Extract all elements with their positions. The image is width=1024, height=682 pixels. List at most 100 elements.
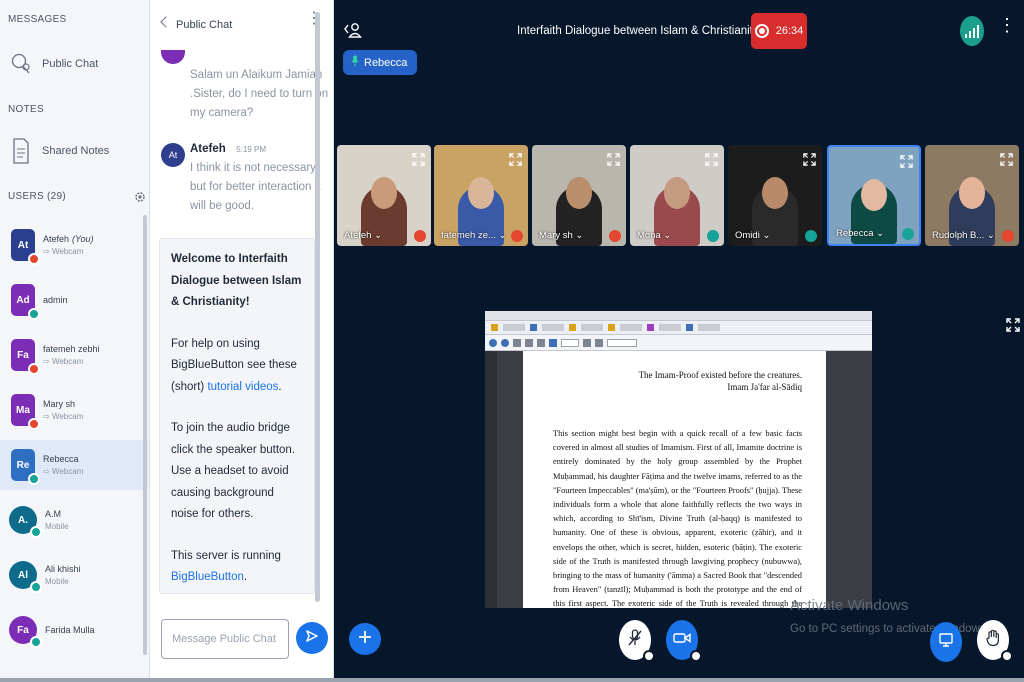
plus-icon (358, 630, 372, 649)
send-button[interactable] (296, 622, 328, 654)
status-dot-icon (28, 363, 40, 375)
chat-scrollbar[interactable] (315, 12, 320, 602)
expand-icon[interactable] (607, 153, 620, 166)
chat-panel: Public Chat ⋮ Salam un Alaikum Jamian .S… (150, 0, 334, 682)
webcam-name[interactable]: fatemeh ze... ⌄ (441, 230, 507, 241)
expand-icon[interactable] (509, 153, 522, 166)
user-list-item[interactable]: Fa Farida Mulla (0, 605, 148, 655)
user-name: Mary sh (43, 399, 83, 409)
options-menu-icon[interactable]: ⋮ (998, 16, 1016, 34)
hand-status-badge[interactable] (1001, 650, 1013, 662)
user-info: admin (43, 295, 68, 305)
user-name: Farida Mulla (45, 625, 95, 635)
shared-notes-link[interactable]: Shared Notes (10, 138, 110, 164)
expand-icon[interactable] (412, 153, 425, 166)
webcam-name[interactable]: Atefeh ⌄ (344, 230, 382, 241)
recording-indicator[interactable]: 26:34 (751, 13, 807, 49)
user-list-item[interactable]: Ma Mary sh ⇨ Webcam (0, 385, 148, 435)
help-text: For help on using BigBlueButton see thes… (171, 334, 303, 399)
participant-face (371, 177, 397, 209)
status-dot-icon (30, 581, 42, 593)
webcam-name[interactable]: Omidi ⌄ (735, 230, 770, 241)
webcam-tile[interactable]: Omidi ⌄ (728, 145, 822, 246)
webcam-tile[interactable]: Mary sh ⌄ (532, 145, 626, 246)
chat-header: Public Chat ⋮ (150, 0, 334, 50)
avatar: Re (11, 449, 40, 485)
webcam-tile[interactable]: fatemeh ze... ⌄ (434, 145, 528, 246)
user-name: A.M (45, 509, 69, 519)
user-device: Mobile (45, 522, 69, 531)
device-arrow-icon: ⇨ (43, 357, 52, 366)
user-list-item[interactable]: A. A.M Mobile (0, 495, 148, 545)
video-settings-badge[interactable] (690, 650, 702, 662)
bigbluebutton-link[interactable]: BigBlueButton (171, 571, 244, 583)
avatar: At (161, 143, 185, 167)
audio-settings-badge[interactable] (643, 650, 655, 662)
dropdown-caret-icon: ⌄ (759, 230, 771, 241)
mute-button[interactable] (619, 620, 655, 662)
avatar: At (11, 229, 40, 265)
user-list-item[interactable]: Re Rebecca ⇨ Webcam (0, 440, 148, 490)
user-name-text: Atefeh (43, 234, 70, 244)
user-list-item[interactable]: Ad admin (0, 275, 148, 325)
participant-face (959, 177, 985, 209)
user-device: Mobile (45, 577, 81, 586)
doc-body-text: This section might best begin with a qui… (553, 429, 802, 608)
webcam-name[interactable]: Mary sh ⌄ (539, 230, 583, 241)
participant-face (566, 177, 592, 209)
expand-icon[interactable] (803, 153, 816, 166)
notes-icon (10, 138, 32, 164)
talking-indicator[interactable]: Rebecca (343, 50, 418, 75)
public-chat-link[interactable]: Public Chat (10, 52, 98, 76)
webcam-name-text: Rebecca (836, 228, 874, 239)
message-time: 5:19 PM (236, 145, 267, 154)
shared-notes-label: Shared Notes (42, 145, 110, 157)
webcam-tile[interactable]: Atefeh ⌄ (337, 145, 431, 246)
camera-icon (673, 631, 691, 650)
user-list-item[interactable]: Fa fatemeh zebhi ⇨ Webcam (0, 330, 148, 380)
back-chevron-icon[interactable] (160, 16, 172, 28)
chat-title: Public Chat (176, 19, 233, 31)
user-name-text: fatemeh zebhi (43, 344, 100, 354)
connection-status-icon[interactable] (960, 16, 984, 46)
user-device: ⇨ Webcam (43, 357, 100, 366)
user-list-item[interactable]: Al Ali khishi Mobile (0, 550, 148, 600)
message-line: Salam un Alaikum Jamian (190, 69, 323, 81)
webcam-button[interactable] (666, 620, 702, 662)
actions-button[interactable] (349, 623, 381, 655)
you-label: (You) (72, 234, 94, 244)
user-list-toggle-icon[interactable] (343, 20, 363, 45)
expand-icon[interactable] (900, 155, 913, 168)
expand-icon[interactable] (1000, 153, 1013, 166)
webcam-tile[interactable]: Mona ⌄ (630, 145, 724, 246)
device-arrow-icon: ⇨ (43, 412, 52, 421)
gear-icon[interactable] (134, 190, 146, 208)
microphone-muted-icon (628, 628, 642, 653)
webcam-name[interactable]: Mona ⌄ (637, 230, 671, 241)
help-suffix: . (278, 380, 282, 393)
user-device-label: Webcam (51, 467, 84, 476)
user-list-item[interactable]: At Atefeh (You) ⇨ Webcam (0, 220, 148, 270)
webcam-tile[interactable]: Rebecca ⌄ (827, 145, 921, 246)
welcome-title: Welcome to Interfaith Dialogue between I… (171, 253, 302, 308)
server-suffix: . (243, 571, 248, 583)
webcam-name[interactable]: Rebecca ⌄ (836, 228, 884, 239)
document-page: The Imam-Proof existed before the creatu… (523, 351, 826, 608)
tutorial-videos-link[interactable]: tutorial videos (207, 381, 278, 393)
webcam-name-text: fatemeh ze... (441, 230, 496, 241)
pdf-menu-bar (485, 321, 872, 335)
windows-watermark-title: Activate Windows (790, 597, 909, 614)
user-name-text: Mary sh (43, 399, 76, 409)
expand-icon[interactable] (705, 153, 718, 166)
message-input[interactable]: Message Public Chat (161, 619, 289, 659)
webcam-name[interactable]: Rudolph B... ⌄ (932, 230, 995, 241)
message-line: but for better interaction it (190, 181, 321, 193)
dropdown-caret-icon: ⌄ (873, 228, 885, 239)
fullscreen-icon[interactable] (1006, 318, 1020, 337)
users-scrollbar[interactable] (143, 215, 147, 655)
microphone-status-icon (414, 230, 426, 242)
user-device-label: Webcam (51, 412, 84, 421)
present-button[interactable] (930, 622, 962, 662)
webcam-tile[interactable]: Rudolph B... ⌄ (925, 145, 1019, 246)
raise-hand-button[interactable] (977, 620, 1013, 662)
